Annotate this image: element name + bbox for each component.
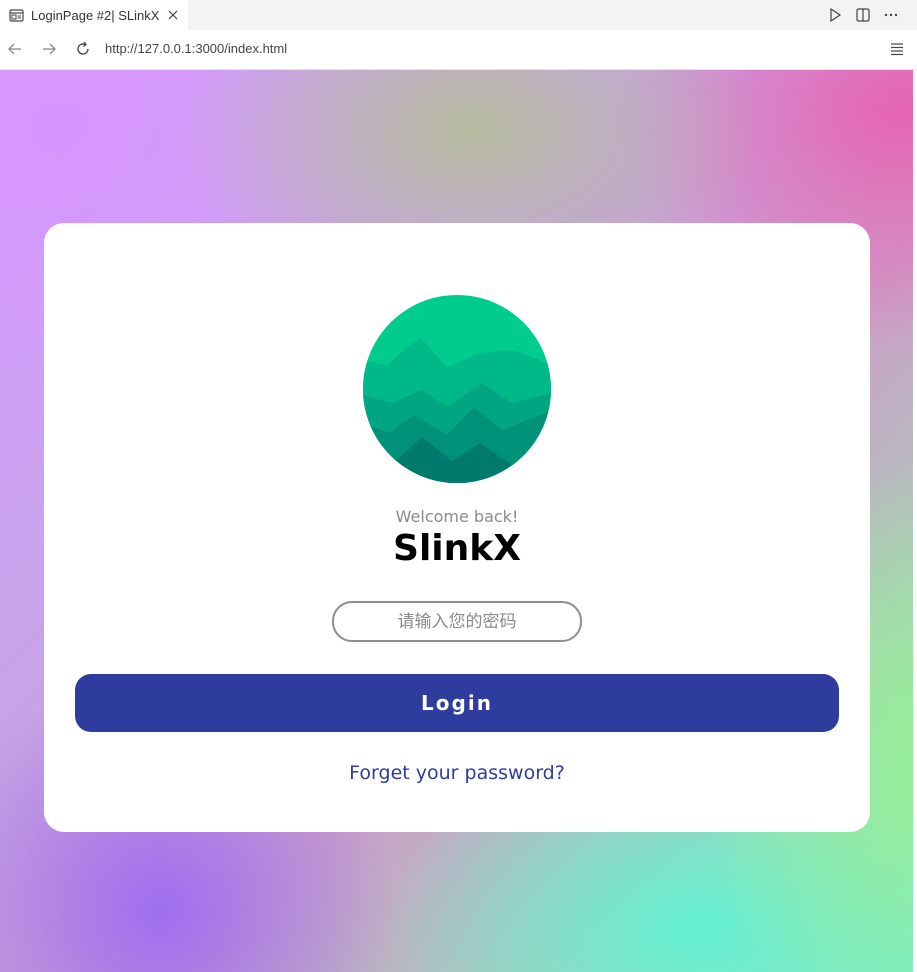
logo-icon xyxy=(363,295,551,483)
page-background: Welcome back! SlinkX Login Forget your p… xyxy=(0,70,913,972)
browser-page-icon xyxy=(9,8,24,23)
back-icon[interactable] xyxy=(6,40,24,58)
more-icon[interactable] xyxy=(883,7,899,23)
scrollbar[interactable] xyxy=(913,70,917,972)
url-input[interactable]: http://127.0.0.1:3000/index.html xyxy=(105,41,287,56)
brand-title: SlinkX xyxy=(393,528,521,569)
split-editor-icon[interactable] xyxy=(855,7,871,23)
login-card: Welcome back! SlinkX Login Forget your p… xyxy=(44,223,870,832)
password-input[interactable] xyxy=(332,601,582,642)
address-bar: http://127.0.0.1:3000/index.html xyxy=(0,30,917,70)
menu-icon[interactable] xyxy=(889,41,905,57)
tab-bar: LoginPage #2| SLinkX xyxy=(0,0,917,30)
welcome-text: Welcome back! xyxy=(395,507,519,526)
run-icon[interactable] xyxy=(827,7,843,23)
browser-tab[interactable]: LoginPage #2| SLinkX xyxy=(0,0,188,30)
tab-title: LoginPage #2| SLinkX xyxy=(31,7,160,23)
editor-actions xyxy=(827,4,899,26)
reload-icon[interactable] xyxy=(74,40,92,58)
forward-icon[interactable] xyxy=(40,40,58,58)
login-button[interactable]: Login xyxy=(75,674,839,732)
forgot-password-link[interactable]: Forget your password? xyxy=(44,762,870,784)
close-icon[interactable] xyxy=(166,7,180,21)
